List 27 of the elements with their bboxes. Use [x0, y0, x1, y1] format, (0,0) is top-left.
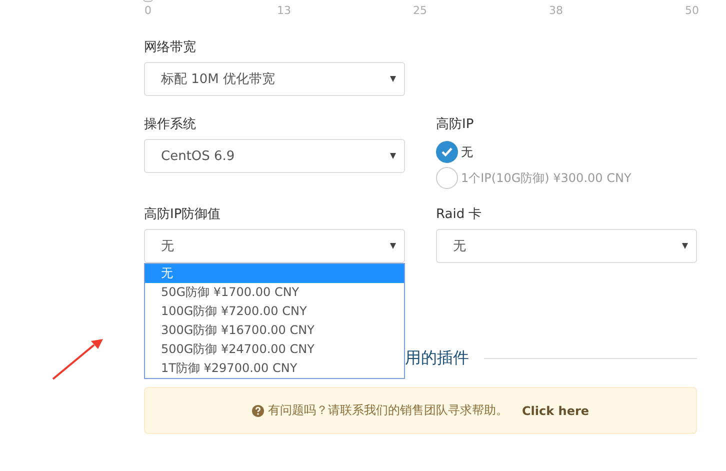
caret-icon — [390, 153, 396, 159]
arrow-icon — [50, 336, 106, 382]
field-label: 高防IP防御值 — [144, 206, 222, 223]
field-label: 操作系统 — [144, 116, 197, 133]
field-label: 高防IP — [436, 116, 475, 133]
check-icon — [441, 147, 453, 157]
tick-label: 38 — [549, 4, 563, 17]
raid-select[interactable]: 无 — [436, 229, 697, 263]
bandwidth-select[interactable]: 标配 10M 优化带宽 — [144, 62, 405, 96]
tick-label: 25 — [413, 4, 427, 17]
field-label: Raid 卡 — [436, 206, 483, 223]
caret-icon — [390, 243, 396, 249]
alert-text: 有问题吗？请联系我们的销售团队寻求帮助。 — [268, 402, 508, 419]
radio-button[interactable] — [436, 167, 458, 189]
caret-icon — [390, 76, 396, 82]
radio-label: 1个IP(10G防御) ¥300.00 CNY — [461, 170, 632, 186]
tick-label: 0 — [144, 4, 152, 17]
question-icon — [252, 404, 264, 416]
caret-icon — [682, 243, 688, 249]
tick-label: 50 — [685, 4, 699, 17]
tick-label: 13 — [277, 4, 291, 17]
os-select[interactable]: CentOS 6.9 — [144, 139, 405, 173]
click-here-link[interactable]: Click here — [522, 404, 590, 418]
section-heading: 用的插件 — [405, 348, 469, 369]
radio-button[interactable] — [436, 141, 458, 163]
radio-label: 无 — [461, 144, 473, 160]
field-label: 网络带宽 — [144, 39, 197, 56]
